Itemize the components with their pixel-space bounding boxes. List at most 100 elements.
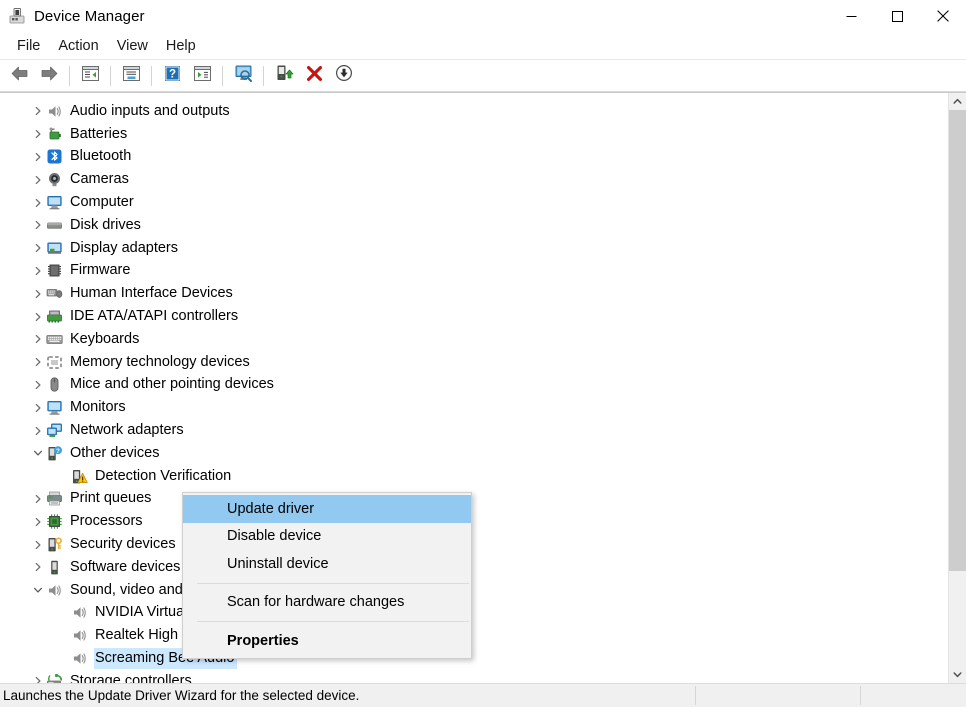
help-button[interactable]: ? bbox=[158, 63, 186, 89]
tree-item[interactable]: Detection Verification bbox=[0, 465, 948, 488]
show-hide-console-tree-button[interactable] bbox=[76, 63, 104, 89]
scan-for-hardware-changes-button[interactable] bbox=[229, 63, 257, 89]
bluetooth-icon bbox=[46, 148, 63, 165]
menu-view[interactable]: View bbox=[108, 35, 157, 57]
chevron-right-icon[interactable] bbox=[30, 309, 46, 325]
tree-item[interactable]: IDE ATA/ATAPI controllers bbox=[0, 305, 948, 328]
chevron-down-icon[interactable] bbox=[30, 582, 46, 598]
tree-item[interactable]: Processors bbox=[0, 510, 948, 533]
tree-item[interactable]: Monitors bbox=[0, 396, 948, 419]
mouse-icon bbox=[46, 376, 63, 393]
scroll-up-button[interactable] bbox=[949, 93, 966, 110]
chevron-right-icon[interactable] bbox=[30, 126, 46, 142]
tree-item[interactable]: Sound, video and game controllers bbox=[0, 579, 948, 602]
tree-item[interactable]: Batteries bbox=[0, 123, 948, 146]
properties-window-icon bbox=[122, 65, 141, 87]
back-button[interactable] bbox=[5, 63, 33, 89]
chevron-right-icon[interactable] bbox=[30, 331, 46, 347]
chevron-right-icon[interactable] bbox=[30, 286, 46, 302]
minimize-button[interactable] bbox=[828, 0, 874, 32]
ctx-uninstall-device[interactable]: Uninstall device bbox=[183, 550, 471, 578]
context-menu[interactable]: Update driver Disable device Uninstall dev… bbox=[182, 492, 472, 659]
tree-item[interactable]: Print queues bbox=[0, 488, 948, 511]
status-divider bbox=[695, 686, 696, 705]
tree-item[interactable]: Screaming Bee Audio bbox=[0, 647, 948, 670]
window-controls bbox=[828, 0, 966, 32]
tree-item[interactable]: Software devices bbox=[0, 556, 948, 579]
tree-item[interactable]: Memory technology devices bbox=[0, 351, 948, 374]
scroll-thumb[interactable] bbox=[949, 110, 966, 572]
chevron-right-icon[interactable] bbox=[30, 149, 46, 165]
chevron-right-icon[interactable] bbox=[30, 172, 46, 188]
show-hide-action-pane-button[interactable] bbox=[188, 63, 216, 89]
tree-item[interactable]: ? Other devices bbox=[0, 442, 948, 465]
content-area: Audio inputs and outputs Batteries Bluetoo… bbox=[0, 92, 966, 683]
chevron-right-icon[interactable] bbox=[30, 400, 46, 416]
ctx-disable-device[interactable]: Disable device bbox=[183, 523, 471, 551]
tree-item[interactable]: Computer bbox=[0, 191, 948, 214]
memory-device-icon bbox=[46, 354, 63, 371]
speaker-icon bbox=[46, 582, 63, 599]
status-text: Launches the Update Driver Wizard for th… bbox=[3, 688, 360, 703]
tree-item[interactable]: Display adapters bbox=[0, 237, 948, 260]
ctx-update-driver[interactable]: Update driver bbox=[183, 495, 471, 523]
monitor-scan-icon bbox=[233, 64, 254, 87]
device-manager-icon bbox=[8, 7, 26, 25]
ctx-properties[interactable]: Properties bbox=[183, 627, 471, 655]
chevron-right-icon[interactable] bbox=[30, 240, 46, 256]
maximize-button[interactable] bbox=[874, 0, 920, 32]
chevron-right-icon[interactable] bbox=[30, 491, 46, 507]
tree-item[interactable]: Storage controllers bbox=[0, 670, 948, 683]
tree-item[interactable]: Bluetooth bbox=[0, 146, 948, 169]
scroll-down-button[interactable] bbox=[949, 666, 966, 683]
tree-item-label: Monitors bbox=[70, 399, 126, 416]
menu-help[interactable]: Help bbox=[157, 35, 205, 57]
properties-button[interactable] bbox=[117, 63, 145, 89]
tree-item[interactable]: Cameras bbox=[0, 168, 948, 191]
update-driver-button[interactable] bbox=[270, 63, 298, 89]
disable-device-button[interactable] bbox=[330, 63, 358, 89]
tree-item[interactable]: Disk drives bbox=[0, 214, 948, 237]
vertical-scrollbar[interactable] bbox=[948, 93, 966, 683]
chevron-right-icon[interactable] bbox=[30, 103, 46, 119]
warning-device-icon bbox=[71, 468, 88, 485]
forward-button[interactable] bbox=[35, 63, 63, 89]
tree-item[interactable]: Mice and other pointing devices bbox=[0, 374, 948, 397]
chevron-right-icon[interactable] bbox=[30, 377, 46, 393]
chevron-right-icon[interactable] bbox=[30, 559, 46, 575]
menu-action[interactable]: Action bbox=[49, 35, 107, 57]
context-menu-separator bbox=[197, 621, 469, 622]
tree-item[interactable]: Human Interface Devices bbox=[0, 282, 948, 305]
device-tree[interactable]: Audio inputs and outputs Batteries Bluetoo… bbox=[0, 93, 948, 683]
toolbar-separator bbox=[151, 65, 152, 86]
chevron-right-icon[interactable] bbox=[30, 195, 46, 211]
tree-item[interactable]: Keyboards bbox=[0, 328, 948, 351]
tree-item[interactable]: Realtek High Definition Audio bbox=[0, 624, 948, 647]
tree-item-label: Disk drives bbox=[70, 216, 141, 233]
chevron-right-icon[interactable] bbox=[30, 537, 46, 553]
firmware-chip-icon bbox=[46, 262, 63, 279]
processor-icon bbox=[46, 513, 63, 530]
chevron-down-icon[interactable] bbox=[30, 445, 46, 461]
chevron-right-icon[interactable] bbox=[30, 217, 46, 233]
uninstall-device-button[interactable] bbox=[300, 63, 328, 89]
tree-item[interactable]: Audio inputs and outputs bbox=[0, 100, 948, 123]
svg-text:?: ? bbox=[168, 68, 175, 80]
chevron-right-icon[interactable] bbox=[30, 263, 46, 279]
close-button[interactable] bbox=[920, 0, 966, 32]
scroll-track[interactable] bbox=[949, 110, 966, 666]
tree-item[interactable]: NVIDIA Virtual Audio Device (Wave Extens… bbox=[0, 602, 948, 625]
tree-item[interactable]: Network adapters bbox=[0, 419, 948, 442]
tree-item-label: Detection Verification bbox=[95, 467, 232, 484]
question-mark-icon: ? bbox=[164, 65, 181, 87]
chevron-right-icon[interactable] bbox=[30, 354, 46, 370]
chevron-right-icon[interactable] bbox=[30, 514, 46, 530]
tree-item[interactable]: Firmware bbox=[0, 260, 948, 283]
chevron-right-icon[interactable] bbox=[30, 423, 46, 439]
menu-file[interactable]: File bbox=[8, 35, 49, 57]
chevron-right-icon[interactable] bbox=[30, 673, 46, 683]
ctx-scan-for-hardware-changes[interactable]: Scan for hardware changes bbox=[183, 589, 471, 617]
tree-item[interactable]: Security devices bbox=[0, 533, 948, 556]
